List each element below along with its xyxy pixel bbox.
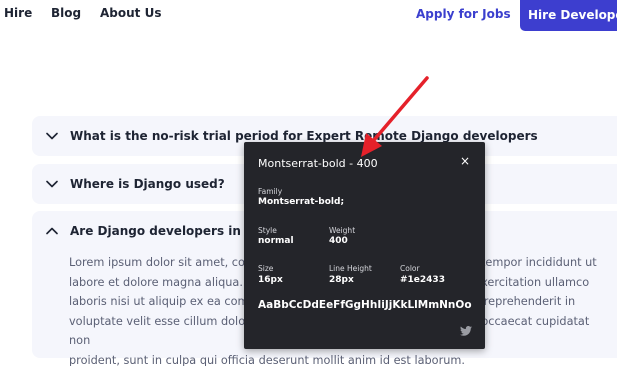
nav-link-hire[interactable]: Hire <box>4 6 32 20</box>
chevron-down-icon <box>46 180 58 188</box>
size-value: 16px <box>258 275 283 285</box>
line-height-label: Line Height <box>329 264 372 273</box>
family-value: Montserrat-bold; <box>258 197 345 207</box>
twitter-icon[interactable] <box>460 326 472 336</box>
color-value: #1e2433 <box>400 275 445 285</box>
close-icon[interactable]: × <box>460 154 470 168</box>
apply-for-jobs-link[interactable]: Apply for Jobs <box>416 7 511 21</box>
font-sample-text: AaBbCcDdEeFfGgHhIiJjKkLlMmNnOoPpQqRrSsTt… <box>258 299 472 311</box>
nav-link-about-us[interactable]: About Us <box>100 6 161 20</box>
faq-question: What is the no-risk trial period for Exp… <box>70 129 538 143</box>
family-label: Family <box>258 187 283 196</box>
chevron-up-icon <box>46 227 58 235</box>
weight-label: Weight <box>329 226 356 235</box>
size-label: Size <box>258 264 274 273</box>
line-height-value: 28px <box>329 275 354 285</box>
font-inspector-popup: Montserrat-bold - 400 × Family Montserra… <box>244 142 485 349</box>
color-label: Color <box>400 264 420 273</box>
weight-value: 400 <box>329 236 348 246</box>
font-inspector-title: Montserrat-bold - 400 <box>258 157 378 170</box>
faq-answer-line: proident, sunt in culpa qui officia dese… <box>69 353 465 366</box>
faq-question: Where is Django used? <box>70 177 225 191</box>
nav-link-blog[interactable]: Blog <box>51 6 81 20</box>
hire-developers-button[interactable]: Hire Developers <box>520 0 617 31</box>
chevron-down-icon <box>46 132 58 140</box>
style-label: Style <box>258 226 277 235</box>
style-value: normal <box>258 236 294 246</box>
